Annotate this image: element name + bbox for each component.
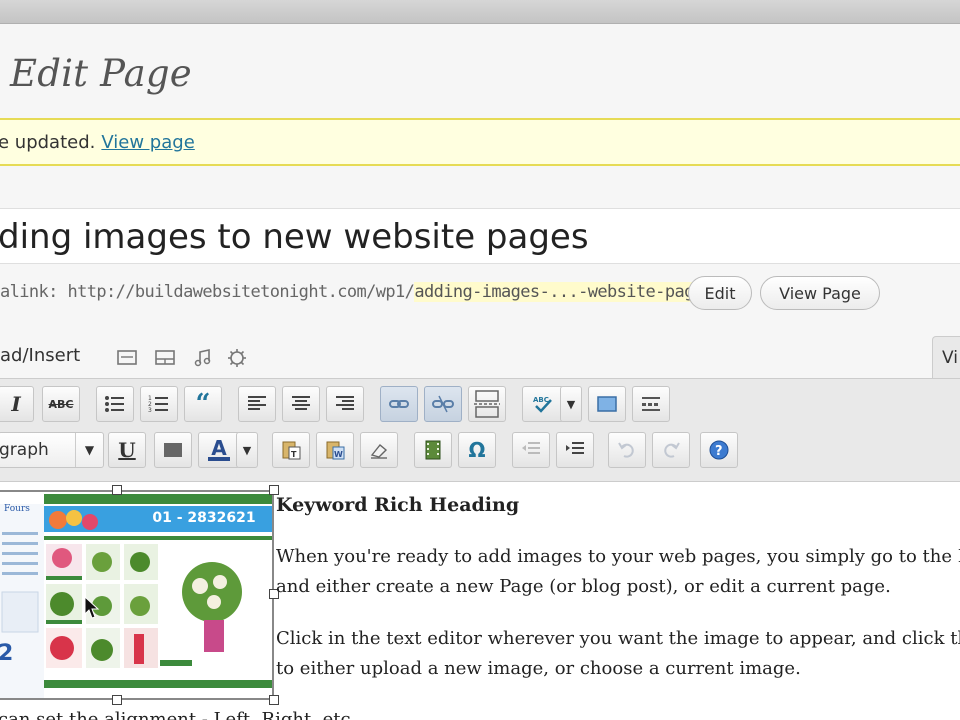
image-icon[interactable] [116,348,138,368]
outdent-icon [522,442,540,454]
help-icon: ? [709,440,729,460]
align-left-button[interactable] [238,386,276,422]
indent-icon [566,442,584,454]
resize-handle-bottom[interactable] [112,695,122,705]
chevron-down-icon: ▼ [75,433,103,467]
audio-icon[interactable] [192,348,214,368]
align-right-button[interactable] [326,386,364,422]
permalink-label: alink: http://buildawebsitetonight.com/w… [0,282,415,302]
paste-word-icon: W [326,441,345,460]
mouse-cursor-icon [84,596,100,619]
bullet-list-button[interactable] [96,386,134,422]
page-title: Edit Page [10,52,192,95]
justify-icon [164,443,182,457]
insert-link-button[interactable] [380,386,418,422]
notice-message: e updated. [0,132,96,153]
thumbnail-logo: Fours [4,504,30,514]
text-color-button[interactable]: A [198,432,240,468]
align-left-icon [248,396,266,410]
paragraph-3: can set the alignment - Left, Right, etc… [0,709,357,720]
eraser-icon [370,444,388,459]
paragraph-2-line-2: to either upload a new image, or choose … [276,658,801,679]
video-icon[interactable] [154,348,176,368]
film-icon [425,440,441,460]
tab-visual[interactable]: Vi [932,336,960,378]
upload-insert-label: ad/Insert [0,345,81,366]
chevron-down-icon: ▼ [566,397,576,411]
underline-button[interactable]: U [108,432,146,468]
media-icon[interactable] [226,348,248,368]
help-button[interactable]: ? [700,432,738,468]
outdent-button[interactable] [512,432,550,468]
unlink-icon [432,395,454,413]
strikethrough-label: ABC [48,397,74,411]
permalink-slug[interactable]: adding-images-...-website-pages [414,282,714,302]
align-center-button[interactable] [282,386,320,422]
special-character-button[interactable]: Ω [458,432,496,468]
title-text: ding images to new website pages [0,217,589,257]
text-color-swatch [208,457,230,461]
justify-button[interactable] [154,432,192,468]
resize-handle-bottom-right[interactable] [269,695,279,705]
paste-text-button[interactable]: T [272,432,310,468]
redo-icon [664,442,680,458]
view-page-link[interactable]: View page [101,132,194,153]
title-input[interactable]: ding images to new website pages [0,208,960,264]
text-color-dropdown[interactable]: ▼ [236,432,258,468]
fullscreen-button[interactable] [588,386,626,422]
permalink-edit-button[interactable]: Edit [688,276,752,310]
link-icon [389,400,409,408]
format-select[interactable]: graph ▼ [0,432,104,468]
italic-button[interactable]: I [0,386,34,422]
align-right-icon [336,396,354,410]
svg-text:W: W [334,450,343,459]
permalink: alink: http://buildawebsitetonight.com/w… [0,282,714,302]
unlink-button[interactable] [424,386,462,422]
indent-button[interactable] [556,432,594,468]
selected-image[interactable]: 2 01 - 2832621 Fours [0,490,274,700]
kitchen-sink-icon [642,397,660,411]
chevron-down-icon: ▼ [242,443,252,457]
paragraph-1-line-1: When you're ready to add images to your … [276,546,960,567]
spellcheck-icon: ABC [533,396,552,413]
more-tag-button[interactable] [468,386,506,422]
text-color-glyph: A [211,436,227,460]
view-page-button[interactable]: View Page [760,276,880,310]
resize-handle-top[interactable] [112,485,122,495]
svg-text:?: ? [715,444,723,459]
kitchen-sink-button[interactable] [632,386,670,422]
numbered-list-icon: 123 [148,395,168,414]
undo-icon [618,442,634,458]
remove-format-button[interactable] [360,432,398,468]
redo-button[interactable] [652,432,690,468]
insert-media-button[interactable] [414,432,452,468]
svg-text:2: 2 [0,641,13,666]
more-tag-icon [474,390,500,418]
paste-text-icon: T [282,441,301,460]
quote-icon: “ [195,389,211,419]
notice-text: e updated. View page [0,132,195,153]
browser-top-bar [0,0,960,24]
align-center-icon [292,396,310,410]
strikethrough-button[interactable]: ABC [42,386,80,422]
underline-label: U [118,438,136,462]
spellcheck-dropdown[interactable]: ▼ [560,386,582,422]
svg-text:T: T [291,450,297,459]
svg-text:ABC: ABC [533,396,549,404]
paste-word-button[interactable]: W [316,432,354,468]
spellcheck-button[interactable]: ABC [522,386,564,422]
svg-text:3: 3 [148,407,152,414]
text-color-icon: A [208,436,230,461]
thumbnail-phone: 01 - 2832621 [152,510,256,526]
content-heading: Keyword Rich Heading [276,494,520,516]
blockquote-button[interactable]: “ [184,386,222,422]
numbered-list-button[interactable]: 123 [140,386,178,422]
format-select-value: graph [0,440,49,460]
bullet-list-icon [105,396,124,412]
paragraph-1-line-2: and either create a new Page (or blog po… [276,576,891,597]
undo-button[interactable] [608,432,646,468]
fullscreen-icon [597,396,617,412]
paragraph-2-line-1: Click in the text editor wherever you wa… [276,628,960,649]
update-notice: e updated. View page [0,118,960,166]
